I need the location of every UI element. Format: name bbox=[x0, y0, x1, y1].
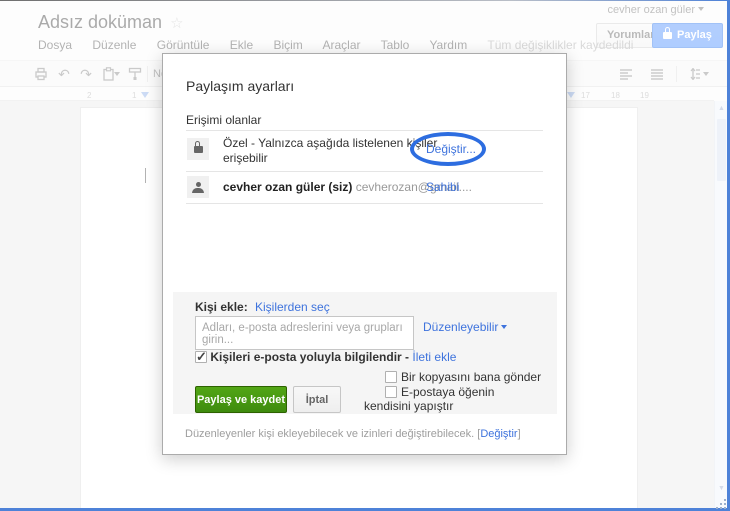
lock-icon bbox=[187, 138, 209, 160]
dialog-footer: Düzenleyenler kişi ekleyebilecek ve izin… bbox=[185, 428, 521, 440]
access-section-label: Erişimi olanlar bbox=[186, 113, 262, 127]
browser-window: cevher ozan güler Adsız doküman☆ Yorumla… bbox=[0, 0, 730, 511]
resize-grip-icon[interactable] bbox=[716, 499, 726, 509]
paste-item-checkbox[interactable] bbox=[385, 386, 397, 398]
invite-people-input[interactable] bbox=[195, 316, 414, 350]
send-copy-checkbox[interactable] bbox=[385, 371, 397, 383]
chevron-down-icon bbox=[501, 325, 508, 329]
cancel-button[interactable]: İptal bbox=[293, 386, 341, 413]
permission-selector[interactable]: Düzenleyebilir bbox=[423, 320, 508, 334]
notify-checkbox[interactable] bbox=[195, 349, 207, 365]
divider bbox=[186, 203, 543, 204]
owner-name: cevher ozan güler (siz) bbox=[223, 180, 353, 194]
divider bbox=[186, 171, 543, 172]
divider bbox=[186, 130, 543, 131]
send-copy-row: Bir kopyasını bana gönder bbox=[385, 370, 555, 384]
owner-row: cevher ozan güler (siz) cevherozan@gmail… bbox=[223, 180, 553, 195]
sharing-settings-dialog: Paylaşım ayarları Erişimi olanlar Özel -… bbox=[162, 53, 567, 455]
add-people-label: Kişi ekle: bbox=[195, 300, 248, 314]
person-icon bbox=[187, 176, 209, 198]
change-permissions-link[interactable]: Değiştir bbox=[480, 428, 517, 440]
paste-item-row: E-postaya öğenin kendisini yapıştır bbox=[364, 385, 495, 413]
choose-from-contacts-link[interactable]: Kişilerden seç bbox=[255, 300, 330, 314]
share-save-button[interactable]: Paylaş ve kaydet bbox=[195, 386, 287, 413]
window-border-top bbox=[0, 0, 730, 1]
notify-row: Kişileri e-posta yoluyla bilgilendir - İ… bbox=[195, 349, 456, 365]
add-message-link[interactable]: İleti ekle bbox=[412, 350, 456, 364]
owner-role-link[interactable]: Sahibi bbox=[426, 180, 459, 194]
annotation-ellipse bbox=[410, 132, 486, 166]
dialog-title: Paylaşım ayarları bbox=[186, 78, 295, 94]
